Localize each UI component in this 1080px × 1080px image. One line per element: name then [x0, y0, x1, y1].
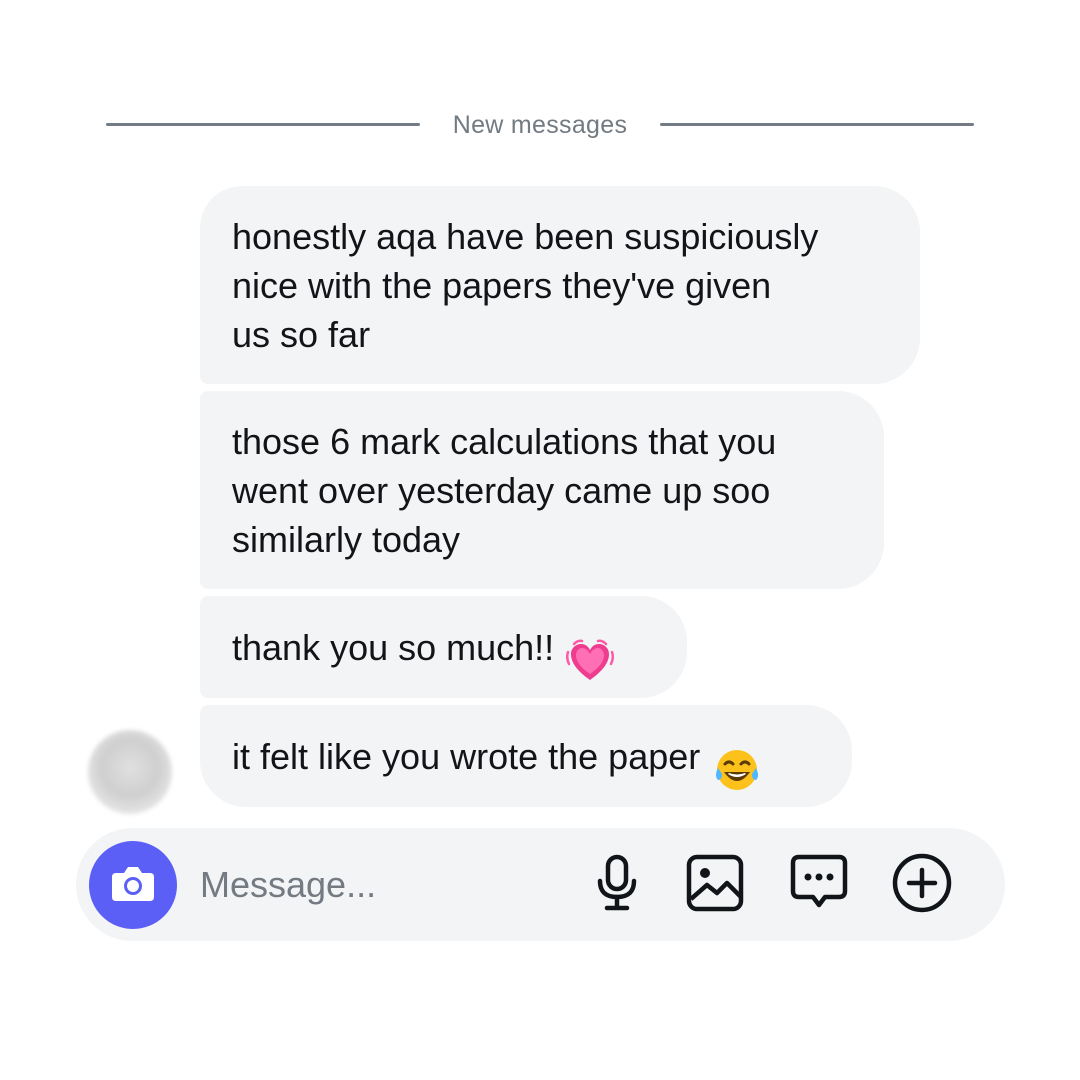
message-text: honestly aqa have been suspiciously nice… — [232, 215, 819, 355]
message-bubble[interactable]: it felt like you wrote the paper — [200, 705, 852, 807]
image-icon — [685, 853, 745, 918]
message-text: those 6 mark calculations that you went … — [232, 420, 777, 560]
plus-icon — [891, 852, 953, 919]
microphone-button[interactable] — [585, 853, 649, 917]
sticker-message-icon — [789, 853, 849, 918]
message-bubble[interactable]: honestly aqa have been suspiciously nice… — [200, 186, 920, 384]
message-text: thank you so much!! — [232, 626, 555, 668]
avatar[interactable] — [88, 730, 172, 814]
message-input[interactable] — [200, 860, 560, 910]
heart-with-ribbons-icon — [566, 589, 615, 698]
camera-button[interactable] — [89, 841, 177, 929]
camera-icon — [110, 863, 156, 908]
divider-line-left — [106, 123, 420, 126]
gallery-button[interactable] — [683, 853, 747, 917]
add-button[interactable] — [890, 853, 954, 917]
microphone-icon — [593, 853, 641, 918]
message-bubble[interactable]: thank you so much!! — [200, 596, 687, 698]
message-bubble[interactable]: those 6 mark calculations that you went … — [200, 391, 884, 589]
tears-of-joy-icon — [712, 697, 762, 808]
new-messages-divider: New messages — [452, 111, 628, 139]
divider-line-right — [660, 123, 974, 126]
sticker-button[interactable] — [787, 853, 851, 917]
message-text: it felt like you wrote the paper — [232, 735, 701, 777]
